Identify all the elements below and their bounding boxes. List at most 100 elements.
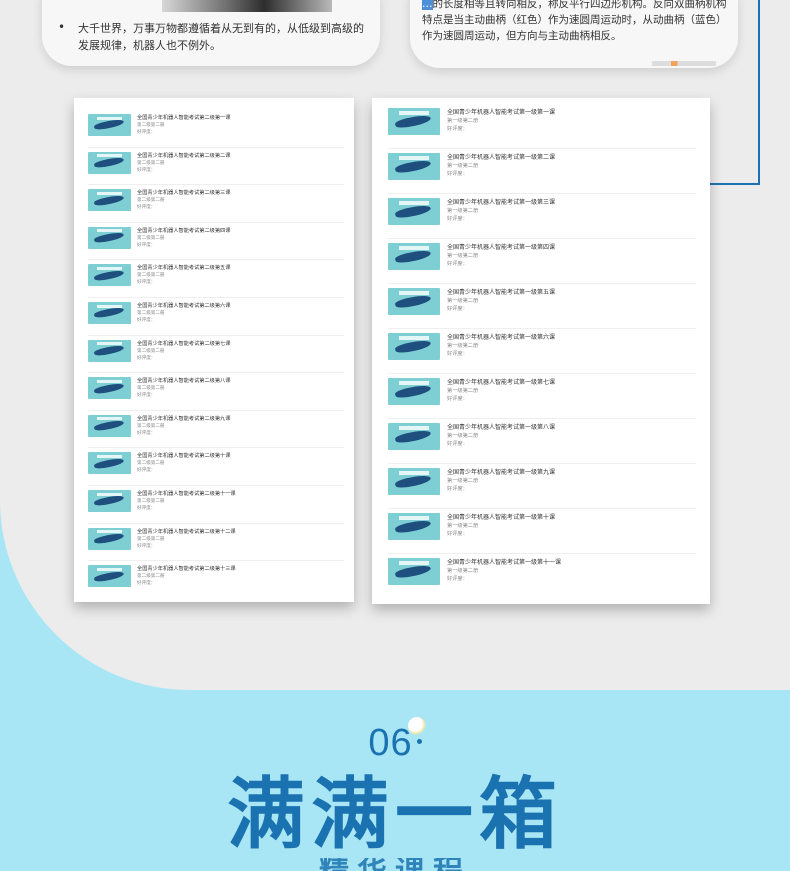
course-meta: 全国青少年机器人智能考试第二级第十二课 第二级第二册 好评度： <box>137 528 236 550</box>
robot-shape-icon <box>394 113 433 131</box>
course-rating: 好评度： <box>447 576 468 582</box>
course-title[interactable]: 全国青少年机器人智能考试第一级第六课 <box>447 333 555 342</box>
course-title[interactable]: 全国青少年机器人智能考试第二级第十课 <box>137 452 230 460</box>
course-title[interactable]: 全国青少年机器人智能考试第二级第二课 <box>137 152 230 160</box>
course-title[interactable]: 全国青少年机器人智能考试第二级第四课 <box>137 227 230 235</box>
course-title[interactable]: 全国青少年机器人智能考试第二级第七课 <box>137 340 230 348</box>
course-meta: 全国青少年机器人智能考试第一级第六课 第一级第二册 好评度： <box>447 333 555 358</box>
course-title[interactable]: 全国青少年机器人智能考试第二级第六课 <box>137 302 230 310</box>
course-meta: 全国青少年机器人智能考试第二级第九课 第二级第二册 好评度： <box>137 415 230 437</box>
thumbnail-band <box>97 191 122 195</box>
course-title[interactable]: 全国青少年机器人智能考试第二级第五课 <box>137 264 230 272</box>
course-title[interactable]: 全国青少年机器人智能考试第二级第十三课 <box>137 565 236 573</box>
course-volume: 第一级第二册 <box>447 163 479 169</box>
course-meta: 全国青少年机器人智能考试第二级第十课 第二级第二册 好评度： <box>137 452 230 474</box>
course-thumbnail <box>88 565 131 588</box>
course-volume: 第一级第二册 <box>447 433 479 439</box>
course-list-screenshot-left: 全国青少年机器人智能考试第二级第一课 第二级第二册 好评度： 全国青少年机器人智能考试… <box>74 98 354 602</box>
course-rating: 好评度： <box>137 355 156 361</box>
robot-shape-icon <box>394 248 433 266</box>
course-title[interactable]: 全国青少年机器人智能考试第一级第七课 <box>447 378 555 387</box>
course-thumbnail <box>388 153 440 180</box>
course-title[interactable]: 全国青少年机器人智能考试第一级第四课 <box>447 243 555 252</box>
list-item[interactable]: 全国青少年机器人智能考试第二级第二课 第二级第二册 好评度： <box>88 148 344 186</box>
robot-shape-icon <box>93 494 125 508</box>
course-meta: 全国青少年机器人智能考试第二级第八课 第二级第二册 好评度： <box>137 377 230 399</box>
list-item[interactable]: 全国青少年机器人智能考试第二级第七课 第二级第二册 好评度： <box>88 336 344 374</box>
list-item[interactable]: 全国青少年机器人智能考试第一级第一课 第一级第二册 好评度： <box>388 104 696 149</box>
robot-shape-icon <box>394 338 433 356</box>
course-list-screenshot-right: 全国青少年机器人智能考试第一级第一课 第一级第二册 好评度： 全国青少年机器人智能考试… <box>372 98 710 604</box>
dot-icon <box>416 739 422 745</box>
course-volume: 第二级第二册 <box>137 123 165 128</box>
list-item[interactable]: 全国青少年机器人智能考试第一级第三课 第一级第二册 好评度： <box>388 194 696 239</box>
course-title[interactable]: 全国青少年机器人智能考试第二级第十一课 <box>137 490 236 498</box>
course-title[interactable]: 全国青少年机器人智能考试第二级第九课 <box>137 415 230 423</box>
list-item[interactable]: 全国青少年机器人智能考试第一级第八课 第一级第二册 好评度： <box>388 419 696 464</box>
thumbnail-band <box>399 156 429 160</box>
list-item[interactable]: 全国青少年机器人智能考试第二级第一课 第二级第二册 好评度： <box>88 110 344 148</box>
robot-shape-icon <box>394 293 433 311</box>
robot-shape-icon <box>93 456 125 471</box>
list-item[interactable]: 全国青少年机器人智能考试第二级第四课 第二级第二册 好评度： <box>88 223 344 261</box>
list-item[interactable]: 全国青少年机器人智能考试第一级第六课 第一级第二册 好评度： <box>388 329 696 374</box>
course-title[interactable]: 全国青少年机器人智能考试第二级第一课 <box>137 114 230 122</box>
list-item[interactable]: 全国青少年机器人智能考试第二级第九课 第二级第二册 好评度： <box>88 411 344 449</box>
course-rating: 好评度： <box>447 351 468 357</box>
course-meta: 全国青少年机器人智能考试第一级第二课 第一级第二册 好评度： <box>447 153 555 178</box>
course-title[interactable]: 全国青少年机器人智能考试第二级第八课 <box>137 377 230 385</box>
course-meta: 全国青少年机器人智能考试第二级第三课 第二级第二册 好评度： <box>137 189 230 211</box>
previous-card-right: …的长度相等且转向相反，称反平行四边形机构。反向双曲柄机构特点是当主动曲柄（红色… <box>410 0 738 68</box>
list-item[interactable]: 全国青少年机器人智能考试第一级第十课 第一级第二册 好评度： <box>388 509 696 554</box>
thumbnail-band <box>399 426 429 430</box>
course-meta: 全国青少年机器人智能考试第一级第十一课 第一级第二册 好评度： <box>447 558 561 583</box>
course-title[interactable]: 全国青少年机器人智能考试第一级第一课 <box>447 108 555 117</box>
course-rating: 好评度： <box>447 261 468 267</box>
list-item[interactable]: 全国青少年机器人智能考试第二级第三课 第二级第二册 好评度： <box>88 185 344 223</box>
course-thumbnail <box>88 151 131 174</box>
list-item[interactable]: 全国青少年机器人智能考试第一级第七课 第一级第二册 好评度： <box>388 374 696 419</box>
course-rating: 好评度： <box>137 543 156 549</box>
bullet-text-content: 大千世界，万事万物都遵循着从无到有的，从低级到高级的发展规律，机器人也不例外。 <box>78 22 364 52</box>
course-title[interactable]: 全国青少年机器人智能考试第一级第三课 <box>447 198 555 207</box>
course-rating: 好评度： <box>137 205 156 211</box>
thumbnail-band <box>399 246 429 250</box>
section-number: 06 <box>0 722 790 765</box>
course-title[interactable]: 全国青少年机器人智能考试第一级第十课 <box>447 513 555 522</box>
course-volume: 第二级第二册 <box>137 310 165 316</box>
course-rating: 好评度： <box>137 468 156 474</box>
course-title[interactable]: 全国青少年机器人智能考试第一级第八课 <box>447 423 555 432</box>
list-item[interactable]: 全国青少年机器人智能考试第二级第八课 第二级第二册 好评度： <box>88 373 344 411</box>
list-item[interactable]: 全国青少年机器人智能考试第二级第十二课 第二级第二册 好评度： <box>88 524 344 562</box>
course-rating: 好评度： <box>447 126 468 132</box>
previous-card-left: • 大千世界，万事万物都遵循着从无到有的，从低级到高级的发展规律，机器人也不例外… <box>42 0 380 66</box>
robot-shape-icon <box>93 343 125 358</box>
course-volume: 第一级第二册 <box>447 118 479 124</box>
list-item[interactable]: 全国青少年机器人智能考试第二级第十课 第二级第二册 好评度： <box>88 448 344 486</box>
course-title[interactable]: 全国青少年机器人智能考试第一级第五课 <box>447 288 555 297</box>
list-item[interactable]: 全国青少年机器人智能考试第一级第四课 第一级第二册 好评度： <box>388 239 696 284</box>
course-title[interactable]: 全国青少年机器人智能考试第二级第十二课 <box>137 528 236 536</box>
list-item[interactable]: 全国青少年机器人智能考试第二级第五课 第二级第二册 好评度： <box>88 260 344 298</box>
course-rating: 好评度： <box>447 306 468 312</box>
list-item[interactable]: 全国青少年机器人智能考试第一级第五课 第一级第二册 好评度： <box>388 284 696 329</box>
course-rating: 好评度： <box>137 280 156 286</box>
course-meta: 全国青少年机器人智能考试第二级第四课 第二级第二册 好评度： <box>137 227 230 249</box>
course-title[interactable]: 全国青少年机器人智能考试第二级第三课 <box>137 189 230 197</box>
list-item[interactable]: 全国青少年机器人智能考试第二级第十三课 第二级第二册 好评度： <box>88 561 344 599</box>
list-item[interactable]: 全国青少年机器人智能考试第一级第九课 第一级第二册 好评度： <box>388 464 696 509</box>
section-number-text: 06 <box>368 722 413 764</box>
course-title[interactable]: 全国青少年机器人智能考试第一级第二课 <box>447 153 555 162</box>
description-text-content: 的长度相等且转向相反，称反平行四边形机构。反向双曲柄机构特点是当主动曲柄（红色）… <box>422 0 727 42</box>
course-list: 全国青少年机器人智能考试第二级第一课 第二级第二册 好评度： 全国青少年机器人智能考试… <box>74 98 354 599</box>
course-title[interactable]: 全国青少年机器人智能考试第一级第九课 <box>447 468 555 477</box>
robot-shape-icon <box>394 473 433 491</box>
list-item[interactable]: 全国青少年机器人智能考试第二级第六课 第二级第二册 好评度： <box>88 298 344 336</box>
course-thumbnail <box>388 513 440 540</box>
course-title[interactable]: 全国青少年机器人智能考试第一级第十一课 <box>447 558 561 567</box>
list-item[interactable]: 全国青少年机器人智能考试第一级第二课 第一级第二册 好评度： <box>388 149 696 194</box>
list-item[interactable]: 全国青少年机器人智能考试第二级第十一课 第二级第二册 好评度： <box>88 486 344 524</box>
robot-shape-icon <box>93 531 125 546</box>
course-thumbnail <box>88 527 131 550</box>
list-item[interactable]: 全国青少年机器人智能考试第一级第十一课 第一级第二册 好评度： <box>388 554 696 599</box>
